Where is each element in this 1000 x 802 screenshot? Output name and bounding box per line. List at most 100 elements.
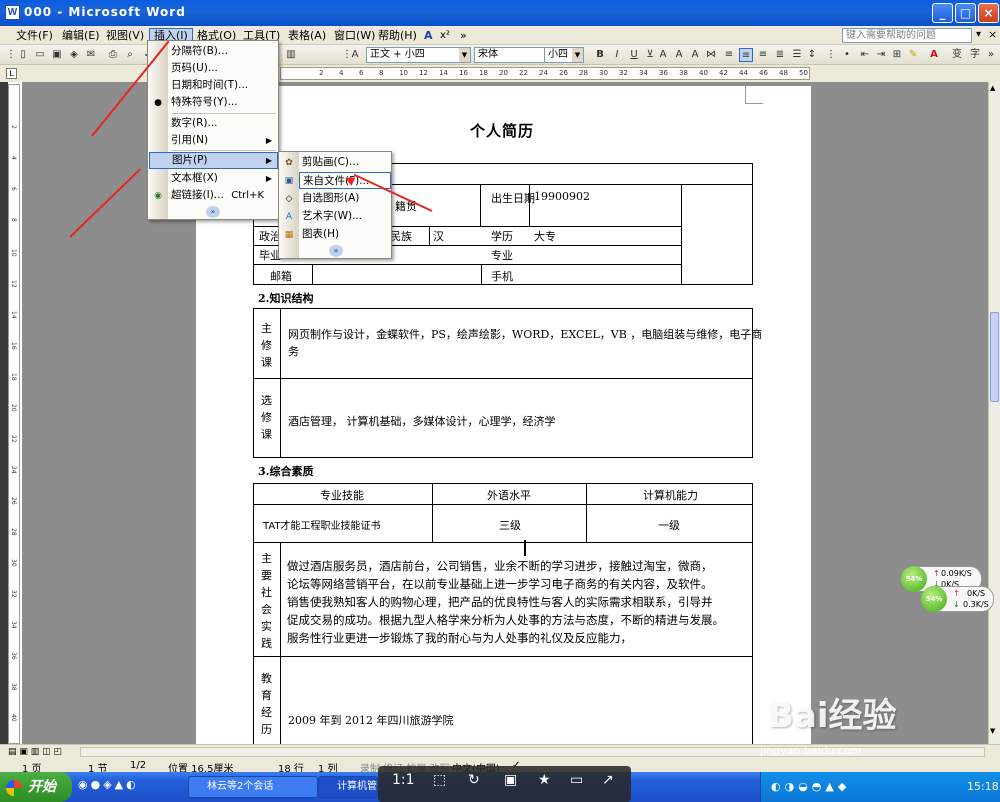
vruler-tick-label: 24 — [10, 466, 17, 474]
network-speed-widget[interactable]: 54% ↑ 0K/S ↓ 0.3K/S — [921, 586, 994, 612]
menu-item-textbox[interactable]: 文本框(X) — [168, 170, 278, 187]
bullets-icon[interactable]: • — [840, 48, 854, 62]
font-size-select[interactable]: 小四 ▼ — [544, 47, 584, 63]
ruler-tick-label: 44 — [739, 69, 748, 77]
underline-icon[interactable]: U — [627, 48, 641, 62]
help-search-input[interactable]: 键入需要帮助的问题 — [842, 28, 972, 43]
more-icon[interactable]: » — [456, 28, 471, 43]
char-spacing-icon[interactable]: ⋈ — [704, 48, 718, 62]
vruler-tick-label: 36 — [10, 652, 17, 660]
scroll-up-icon[interactable]: ▲ — [990, 84, 999, 96]
picture-submenu: ✿ 剪贴画(C)... ▣ 来自文件(F)... ◇ 自选图形(A) A 艺术字… — [278, 151, 392, 259]
expand-menu-icon[interactable]: » — [329, 245, 343, 257]
numbering-icon[interactable]: ⋮ — [824, 48, 838, 62]
scroll-thumb[interactable] — [990, 312, 999, 402]
font-format-icon[interactable]: A — [420, 28, 437, 43]
vertical-scrollbar[interactable]: ▲ ▼ — [988, 82, 1000, 744]
print-icon[interactable]: ⎙ — [106, 48, 120, 62]
styles-pane-icon[interactable]: A — [348, 48, 362, 62]
minimize-button[interactable]: _ — [932, 3, 953, 23]
char-scale-icon[interactable]: A — [688, 48, 702, 62]
fit-screen-icon[interactable]: ⬚ — [433, 772, 446, 788]
email-icon[interactable]: ✉ — [84, 48, 98, 62]
menu-item-page-number[interactable]: 页码(U)... — [168, 60, 278, 77]
task-computer-mgmt[interactable]: 计算机管理 — [318, 776, 378, 798]
italic-icon[interactable]: I — [610, 48, 624, 62]
menu-item-number[interactable]: 数字(R)... — [168, 115, 278, 132]
save-icon[interactable]: ▣ — [50, 48, 64, 62]
ruler-tick-label: 50 — [799, 69, 808, 77]
task-chat[interactable]: 林云等2个会话 — [188, 776, 318, 798]
save-icon[interactable]: ▣ — [504, 772, 517, 788]
menu-item-picture[interactable]: 图片(P) — [149, 152, 278, 169]
favorite-icon[interactable]: ★ — [538, 772, 551, 788]
share-icon[interactable]: ↗ — [602, 772, 614, 788]
highlight-icon[interactable]: ✎ — [906, 48, 920, 62]
quick-launch-icons[interactable]: ◉●◈▲◐ — [78, 778, 139, 791]
rotate-icon[interactable]: ↻ — [468, 772, 480, 788]
menu-item-clipart[interactable]: 剪贴画(C)... — [299, 154, 391, 171]
expand-menu-icon[interactable]: » — [206, 206, 220, 218]
menu-item-chart[interactable]: 图表(H) — [299, 226, 391, 243]
section3-heading: 3.综合素质 — [258, 465, 314, 478]
zoom-actual-size[interactable]: 1:1 — [392, 772, 415, 788]
view-buttons[interactable]: ▤ ▣ ▥ ◫ ◰ — [8, 747, 62, 757]
menu-item-break[interactable]: 分隔符(B)... — [168, 43, 278, 60]
encircle-icon[interactable]: 字 — [968, 48, 982, 62]
menu-item-date-time[interactable]: 日期和时间(T)... — [168, 77, 278, 94]
doc-close-icon[interactable]: × — [988, 28, 997, 41]
style-select[interactable]: 正文 + 小四 ▼ — [366, 47, 471, 63]
more-options-icon[interactable]: » — [984, 48, 998, 62]
menu-window[interactable]: 窗口(W) — [330, 28, 379, 43]
permission-icon[interactable]: ◈ — [67, 48, 81, 62]
cpu-usage-ball: 54% — [901, 566, 927, 592]
line-spacing-icon[interactable]: ↕ — [805, 48, 819, 62]
help-dropdown-icon[interactable]: ▾ — [976, 29, 981, 40]
scroll-down-icon[interactable]: ▼ — [990, 727, 999, 739]
clipart-icon: ✿ — [285, 158, 293, 168]
char-border-icon[interactable]: A — [656, 48, 670, 62]
hyperlink-shortcut: Ctrl+K — [231, 190, 264, 201]
align-right-icon[interactable]: ≡ — [756, 48, 770, 62]
decrease-indent-icon[interactable]: ⇤ — [858, 48, 872, 62]
menu-table[interactable]: 表格(A) — [284, 28, 330, 43]
font-size-value: 小四 — [548, 49, 568, 60]
menu-item-special-symbol[interactable]: 特殊符号(Y)... — [168, 94, 278, 111]
vruler-tick-label: 32 — [10, 590, 17, 598]
bold-icon[interactable]: B — [593, 48, 607, 62]
char-shading-icon[interactable]: A — [672, 48, 686, 62]
menu-item-autoshape[interactable]: 自选图形(A) — [299, 190, 391, 207]
word-app-icon[interactable]: W — [5, 5, 20, 20]
new-icon[interactable]: ▯ — [16, 48, 30, 62]
vruler-tick-label: 34 — [10, 621, 17, 629]
maximize-button[interactable]: □ — [955, 3, 976, 23]
justify-icon[interactable]: ≣ — [773, 48, 787, 62]
columns-icon[interactable]: ▥ — [284, 48, 298, 62]
font-color-icon[interactable]: A — [927, 48, 941, 62]
menu-help[interactable]: 帮助(H) — [374, 28, 421, 43]
major-course-label: 主修课 — [261, 322, 272, 369]
phonetic-icon[interactable]: 变 — [950, 48, 964, 62]
close-button[interactable]: × — [978, 3, 999, 23]
menu-item-reference[interactable]: 引用(N) — [168, 132, 278, 149]
clear-format-icon[interactable]: x² — [436, 28, 454, 43]
ruler-tick-label: 26 — [559, 69, 568, 77]
vruler-tick-label: 30 — [10, 559, 17, 567]
tray-icons[interactable]: ◐◑◒◓▲◆ — [771, 780, 850, 793]
menu-view[interactable]: 视图(V) — [102, 28, 148, 43]
print-preview-icon[interactable]: ⌕ — [123, 48, 137, 62]
slideshow-icon[interactable]: ▭ — [570, 772, 583, 788]
menu-item-wordart[interactable]: 艺术字(W)... — [299, 208, 391, 225]
open-icon[interactable]: ▭ — [33, 48, 47, 62]
tab-stop-selector[interactable]: L — [6, 68, 17, 79]
align-left-icon[interactable]: ≡ — [722, 48, 736, 62]
menu-file[interactable]: 文件(F) — [12, 28, 57, 43]
vertical-ruler[interactable]: 2 4 6 8 10 12 14 16 18 20 22 24 26 28 30 32 34 36 38 40 — [8, 84, 20, 744]
font-effect-icon[interactable]: ⊻ — [643, 48, 657, 62]
increase-indent-icon[interactable]: ⇥ — [874, 48, 888, 62]
horizontal-ruler[interactable]: 2 4 6 8 10 12 14 16 18 20 22 24 26 28 30 32 34 36 38 40 42 44… — [280, 67, 810, 80]
align-center-icon[interactable]: ≡ — [739, 48, 753, 62]
asian-layout-icon[interactable]: ⊞ — [890, 48, 904, 62]
menu-edit[interactable]: 编辑(E) — [58, 28, 104, 43]
distributed-icon[interactable]: ☰ — [790, 48, 804, 62]
